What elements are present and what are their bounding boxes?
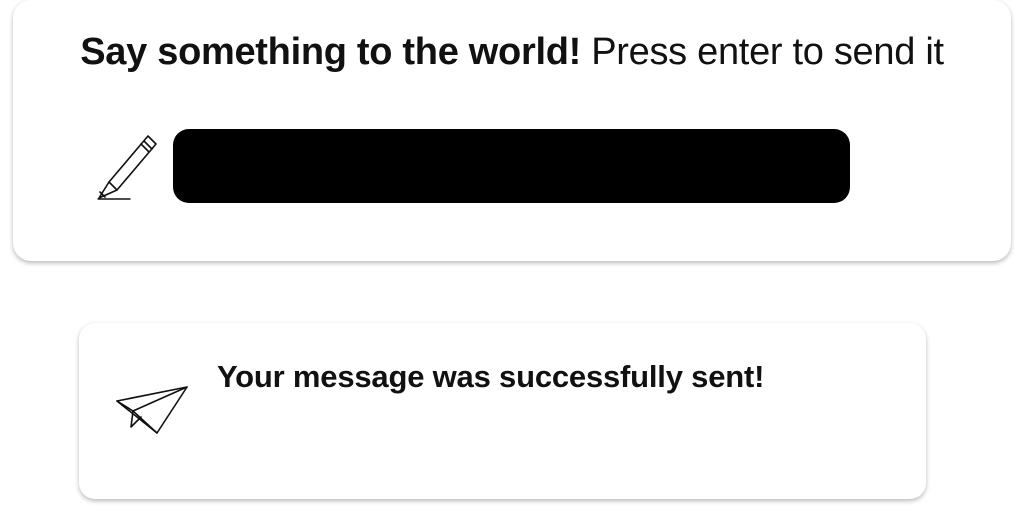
message-input[interactable] — [173, 129, 850, 203]
compose-heading-regular: Press enter to send it — [591, 31, 944, 73]
compose-card: Say something to the world! Press enter … — [13, 0, 1011, 261]
paper-plane-icon — [115, 385, 189, 435]
compose-heading: Say something to the world! Press enter … — [13, 30, 1011, 74]
compose-heading-bold: Say something to the world! — [80, 31, 581, 73]
pencil-icon — [95, 132, 159, 204]
page: Say something to the world! Press enter … — [0, 0, 1024, 512]
success-message: Your message was successfully sent! — [217, 359, 765, 394]
success-notification: Your message was successfully sent! — [79, 323, 926, 499]
